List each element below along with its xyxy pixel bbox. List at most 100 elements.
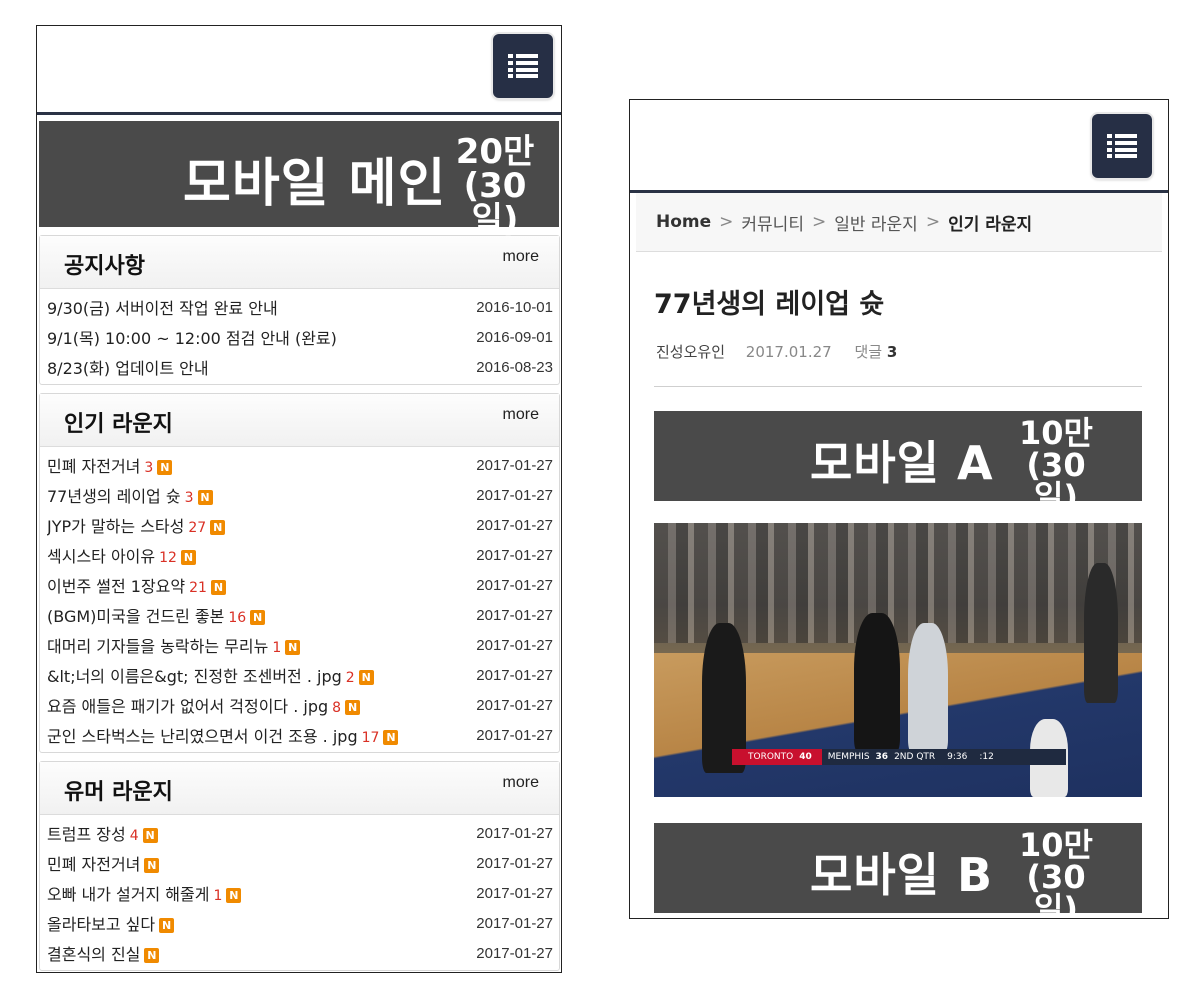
list-item-title[interactable]: 결혼식의 진실 [47,945,140,964]
list-item[interactable]: (BGM)미국을 건드린 좋본 16 N 2017-01-27 [40,600,559,630]
list-item-title-wrap: 민폐 자전거녀 N [47,851,160,875]
breadcrumb-item-community[interactable]: 커뮤니티 [741,210,804,235]
list-item[interactable]: 군인 스타벅스는 난리였으면서 이건 조용 . jpg 17 N 2017-01-27 [40,720,559,750]
breadcrumb-item-general-lounge[interactable]: 일반 라운지 [834,210,918,235]
away-team: MEMPHIS [827,752,870,762]
list-item-title-wrap: 민폐 자전거녀 3 N [47,453,173,477]
list-menu-icon [1107,134,1137,158]
board-list: 트럼프 장성 4 N 2017-01-27 민폐 자전거녀 N 2017-01-27 오빠 내… [40,815,559,970]
list-item-title-wrap: 9/1(목) 10:00 ~ 12:00 점검 안내 (완료) [47,325,337,349]
list-item-title[interactable]: 이번주 썰전 1장요약 [47,577,185,596]
list-item-title[interactable]: 트럼프 장성 [47,825,126,844]
board-title[interactable]: 유머 라운지 [64,774,173,806]
more-link[interactable]: more [503,248,539,266]
ad-banner-main[interactable]: 모바일 메인 20만 (30일) [39,121,559,237]
breadcrumb-current[interactable]: 인기 라운지 [948,210,1032,235]
list-item[interactable]: 요즘 애들은 패기가 없어서 걱정이다 . jpg 8 N 2017-01-27 [40,690,559,720]
ad-period: (30일) [463,166,527,240]
list-item[interactable]: JYP가 말하는 스타성 27 N 2017-01-27 [40,510,559,540]
list-item-title[interactable]: 요즘 애들은 패기가 없어서 걱정이다 . jpg [47,697,328,716]
list-item-title-wrap: JYP가 말하는 스타성 27 N [47,513,226,537]
list-item-title-wrap: 트럼프 장성 4 N [47,821,158,845]
breadcrumb-home[interactable]: Home [656,212,711,232]
list-item-date: 2017-01-27 [476,884,553,902]
more-link[interactable]: more [503,406,539,424]
list-item-title[interactable]: 대머리 기자들을 농락하는 무리뉴 [47,637,268,656]
list-item-title[interactable]: 9/30(금) 서버이전 작업 완료 안내 [47,299,278,318]
list-item-title[interactable]: 민폐 자전거녀 [47,855,140,874]
referee-figure [1084,563,1118,703]
list-item[interactable]: 결혼식의 진실 N 2017-01-27 [40,938,559,968]
video-player[interactable]: TORONTO 40 MEMPHIS 36 2ND QTR 9:36 :12 [654,523,1142,797]
list-item[interactable]: 오빠 내가 설거지 해줄게 1 N 2017-01-27 [40,878,559,908]
list-item[interactable]: 이번주 썰전 1장요약 21 N 2017-01-27 [40,570,559,600]
list-item-date: 2017-01-27 [476,486,553,504]
list-item-title[interactable]: 9/1(목) 10:00 ~ 12:00 점검 안내 (완료) [47,329,337,348]
comment-count: 1 [213,888,223,904]
post-date: 2017.01.27 [745,343,832,361]
ad-banner-a[interactable]: 모바일 A 10만 (30일) [654,411,1142,513]
list-item-title[interactable]: &lt;너의 이름은&gt; 진정한 조센버전 . jpg [47,667,342,686]
list-item-date: 2016-09-01 [476,328,553,346]
list-item[interactable]: 77년생의 레이업 슛 3 N 2017-01-27 [40,480,559,510]
ad-main-label: 모바일 B [810,848,994,902]
ad-period: (30일) [1026,858,1086,919]
new-badge-icon: N [157,460,173,475]
ad-price-label: 10만 (30일) [1008,417,1104,513]
list-item[interactable]: 트럼프 장성 4 N 2017-01-27 [40,818,559,848]
list-item-date: 2017-01-27 [476,914,553,932]
list-item-title-wrap: 대머리 기자들을 농락하는 무리뉴 1 N [47,633,301,657]
list-item-date: 2017-01-27 [476,696,553,714]
board-list: 9/30(금) 서버이전 작업 완료 안내 2016-10-01 9/1(목) 10… [40,289,559,384]
new-badge-icon: N [210,520,226,535]
list-item-title[interactable]: 오빠 내가 설거지 해줄게 [47,885,209,904]
comment-count: 17 [361,730,380,746]
list-item[interactable]: 올라타보고 싶다 N 2017-01-27 [40,908,559,938]
quarter: 2ND QTR [894,752,936,762]
comment-count: 4 [129,828,139,844]
menu-button[interactable] [1092,114,1152,178]
list-item-date: 2017-01-27 [476,636,553,654]
board-title[interactable]: 공지사항 [64,248,145,280]
ad-banner-b[interactable]: 모바일 B 10만 (30일) [654,823,1142,918]
shot-clock: :12 [979,752,994,762]
divider [654,386,1142,387]
away-points: 36 [875,752,889,762]
list-item[interactable]: 8/23(화) 업데이트 안내 2016-08-23 [40,352,559,382]
list-item-title[interactable]: JYP가 말하는 스타성 [47,517,184,536]
player-figure [908,623,948,753]
list-item[interactable]: 민폐 자전거녀 3 N 2017-01-27 [40,450,559,480]
list-item-title[interactable]: 민폐 자전거녀 [47,457,140,476]
comment-label: 댓글 [854,343,883,361]
list-item-title[interactable]: (BGM)미국을 건드린 좋본 [47,607,224,626]
main-mobile-page: 모바일 메인 20만 (30일) 공지사항 more 9/30(금) 서버이전 작업… [36,25,562,973]
list-item-title[interactable]: 8/23(화) 업데이트 안내 [47,359,209,378]
post-author[interactable]: 진성오유인 [656,343,725,361]
list-item-title-wrap: (BGM)미국을 건드린 좋본 16 N [47,603,266,627]
list-item-date: 2017-01-27 [476,606,553,624]
list-item-title[interactable]: 군인 스타벅스는 난리였으면서 이건 조용 . jpg [47,727,358,746]
post-meta: 진성오유인 2017.01.27 댓글 3 [656,341,1168,362]
ad-price-label: 20만 (30일) [443,135,547,237]
list-item[interactable]: &lt;너의 이름은&gt; 진정한 조센버전 . jpg 2 N 2017-01-2… [40,660,559,690]
top-bar [37,26,561,115]
list-item[interactable]: 9/30(금) 서버이전 작업 완료 안내 2016-10-01 [40,292,559,322]
list-item-title[interactable]: 77년생의 레이업 슛 [47,487,181,506]
list-item[interactable]: 민폐 자전거녀 N 2017-01-27 [40,848,559,878]
list-menu-icon [508,54,538,78]
board-title[interactable]: 인기 라운지 [64,406,173,438]
board-header: 인기 라운지 more [40,394,559,447]
more-link[interactable]: more [503,774,539,792]
menu-button[interactable] [493,34,553,98]
list-item[interactable]: 섹시스타 아이유 12 N 2017-01-27 [40,540,559,570]
board-header: 공지사항 more [40,236,559,289]
list-item-title[interactable]: 섹시스타 아이유 [47,547,155,566]
list-item[interactable]: 대머리 기자들을 농락하는 무리뉴 1 N 2017-01-27 [40,630,559,660]
list-item-title-wrap: 섹시스타 아이유 12 N [47,543,196,567]
list-item[interactable]: 9/1(목) 10:00 ~ 12:00 점검 안내 (완료) 2016-09-0… [40,322,559,352]
list-item-title-wrap: 이번주 썰전 1장요약 21 N [47,573,226,597]
list-item-title[interactable]: 올라타보고 싶다 [47,915,155,934]
board-header: 유머 라운지 more [40,762,559,815]
new-badge-icon: N [250,610,266,625]
list-item-date: 2017-01-27 [476,726,553,744]
